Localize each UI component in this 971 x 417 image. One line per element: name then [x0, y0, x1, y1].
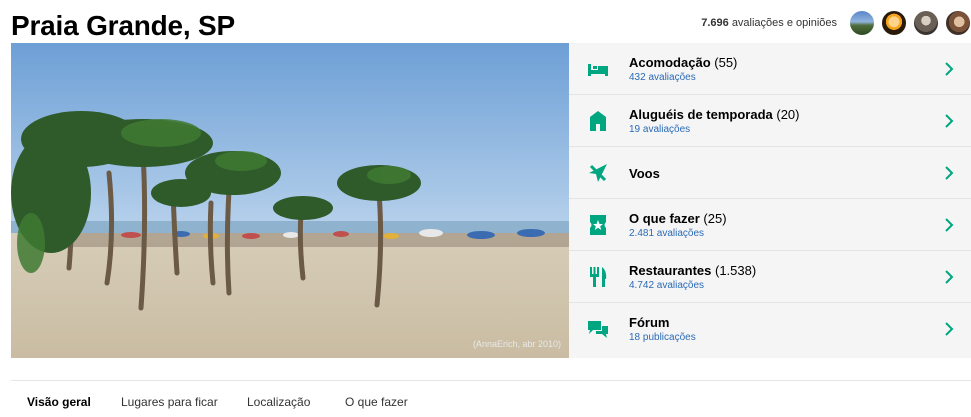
chevron-right-icon [945, 270, 954, 284]
fork-knife-icon [590, 267, 607, 287]
chevron-right-icon [945, 166, 954, 180]
category-item-restaurants[interactable]: Restaurantes (1.538) 4.742 avaliações [569, 251, 971, 303]
category-name: Fórum [629, 315, 670, 330]
page-title: Praia Grande, SP [11, 10, 236, 41]
category-item-forum[interactable]: Fórum 18 publicações [569, 303, 971, 355]
reviews-summary[interactable]: 7.696 avaliações e opiniões [701, 9, 971, 37]
tab-overview[interactable]: Visão geral [27, 395, 91, 409]
avatar[interactable] [849, 10, 875, 36]
category-item-flights[interactable]: Voos [569, 147, 971, 199]
photo-credit: (AnnaErich, abr 2010) [472, 339, 561, 349]
plane-icon [589, 164, 607, 182]
category-text: Acomodação (55) 432 avaliações [629, 55, 737, 83]
avatar[interactable] [945, 10, 971, 36]
chevron-right-icon [945, 218, 954, 232]
category-text: O que fazer (25) 2.481 avaliações [629, 211, 727, 239]
avatar[interactable] [881, 10, 907, 36]
tab-location[interactable]: Localização [247, 395, 310, 409]
category-review-count: 19 avaliações [629, 124, 691, 135]
category-review-count: 2.481 avaliações [629, 228, 705, 239]
category-review-count: 18 publicações [629, 332, 696, 343]
category-text: Voos [629, 166, 660, 181]
tab-things-to-do[interactable]: O que fazer [345, 395, 408, 409]
category-name: Voos [629, 166, 660, 181]
category-list: Acomodação (55) 432 avaliações Aluguéis … [569, 43, 971, 358]
category-name: Aluguéis de temporada (20) [629, 107, 800, 122]
category-text: Aluguéis de temporada (20) 19 avaliações [629, 107, 800, 135]
reviews-count: 7.696 [701, 17, 729, 29]
reviews-label: avaliações e opiniões [731, 17, 837, 29]
section-tabs: Visão geral Lugares para ficar Localizaç… [11, 380, 971, 417]
avatar[interactable] [913, 10, 939, 36]
house-icon [590, 111, 606, 131]
category-text: Restaurantes (1.538) 4.742 avaliações [629, 263, 756, 291]
chevron-right-icon [945, 62, 954, 76]
tab-places-to-stay[interactable]: Lugares para ficar [121, 395, 218, 409]
category-name: O que fazer (25) [629, 211, 727, 226]
category-review-count: 432 avaliações [629, 72, 696, 83]
ticket-icon [590, 215, 606, 235]
hero-photo[interactable]: (AnnaErich, abr 2010) [11, 43, 569, 358]
chevron-right-icon [945, 114, 954, 128]
category-item-vacation-rentals[interactable]: Aluguéis de temporada (20) 19 avaliações [569, 95, 971, 147]
category-name: Restaurantes (1.538) [629, 263, 757, 278]
category-review-count: 4.742 avaliações [629, 280, 705, 291]
category-item-things-to-do[interactable]: O que fazer (25) 2.481 avaliações [569, 199, 971, 251]
category-text: Fórum 18 publicações [629, 315, 696, 343]
beach-photo-image [11, 43, 569, 358]
category-name: Acomodação (55) [629, 55, 738, 70]
chat-bubbles-icon [588, 321, 608, 338]
bed-icon [588, 64, 608, 76]
category-item-accommodation[interactable]: Acomodação (55) 432 avaliações [569, 43, 971, 95]
chevron-right-icon [945, 322, 954, 336]
reviews-summary-text[interactable]: 7.696 avaliações e opiniões [701, 17, 837, 29]
